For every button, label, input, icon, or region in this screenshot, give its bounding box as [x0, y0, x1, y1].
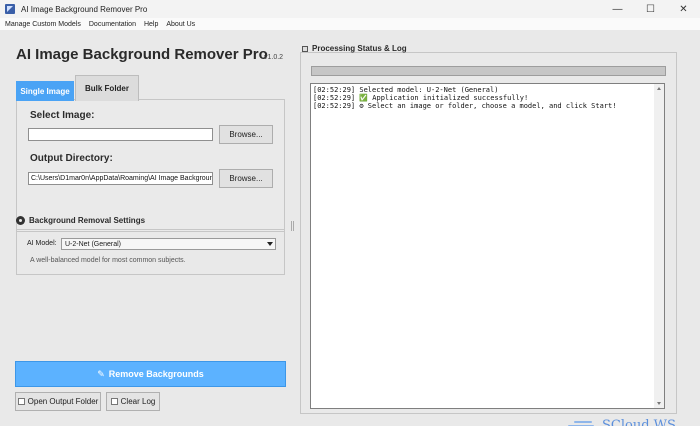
- log-line: [02:52:29] Selected model: U-2-Net (Gene…: [313, 86, 499, 94]
- watermark: SCloud.WS: [566, 418, 676, 426]
- model-select-value: U-2-Net (General): [65, 240, 122, 248]
- app-heading: AI Image Background Remover Pro: [16, 46, 268, 63]
- settings-heading: Background Removal Settings: [16, 216, 145, 225]
- scroll-down-icon[interactable]: [657, 402, 661, 405]
- menu-manage-custom-models[interactable]: Manage Custom Models: [5, 21, 81, 28]
- maximize-button[interactable]: ☐: [634, 0, 667, 18]
- main-area: AI Image Background Remover Pro v1.0.2 B…: [0, 30, 700, 426]
- output-path-input[interactable]: C:\Users\D1mar0n\AppData\Roaming\AI Imag…: [28, 172, 213, 185]
- open-output-folder-label: Open Output Folder: [27, 397, 99, 406]
- cloud-icon: [566, 419, 596, 426]
- log-line: [02:52:29] ⚙ Select an image or folder, …: [313, 102, 617, 110]
- tab-single-image[interactable]: Single Image: [16, 81, 74, 101]
- select-image-label: Select Image:: [30, 110, 95, 121]
- chevron-down-icon: [267, 242, 273, 246]
- log-textbox[interactable]: [02:52:29] Selected model: U-2-Net (Gene…: [310, 83, 665, 409]
- clear-log-button[interactable]: Clear Log: [106, 392, 160, 411]
- left-panel: AI Image Background Remover Pro v1.0.2 B…: [0, 30, 291, 426]
- menu-documentation[interactable]: Documentation: [89, 21, 136, 28]
- model-select[interactable]: U-2-Net (General): [61, 238, 276, 250]
- gear-icon: [16, 216, 25, 225]
- clear-log-label: Clear Log: [120, 397, 156, 406]
- brush-icon: ✎: [97, 368, 105, 379]
- model-description: A well-balanced model for most common su…: [30, 257, 186, 264]
- settings-panel: [16, 229, 285, 275]
- close-button[interactable]: ✕: [667, 0, 700, 18]
- menu-about-us[interactable]: About Us: [166, 21, 195, 28]
- title-bar: AI Image Background Remover Pro — ☐ ✕: [0, 0, 700, 18]
- model-label: AI Model:: [27, 240, 57, 247]
- open-output-folder-button[interactable]: Open Output Folder: [15, 392, 101, 411]
- pane-splitter-handle[interactable]: [291, 221, 294, 231]
- scroll-up-icon[interactable]: [657, 87, 661, 90]
- menu-bar: Manage Custom Models Documentation Help …: [0, 18, 700, 30]
- window-title: AI Image Background Remover Pro: [21, 4, 148, 14]
- output-directory-label: Output Directory:: [30, 153, 113, 164]
- menu-help[interactable]: Help: [144, 21, 158, 28]
- progress-bar: [311, 66, 666, 76]
- log-line: [02:52:29] ✅ Application initialized suc…: [313, 94, 529, 102]
- folder-icon: [17, 398, 25, 405]
- window-controls: — ☐ ✕: [601, 0, 700, 18]
- settings-title: Background Removal Settings: [29, 216, 146, 225]
- remove-backgrounds-label: Remove Backgrounds: [108, 369, 204, 379]
- log-scrollbar[interactable]: [654, 84, 664, 408]
- right-panel: Processing Status & Log [02:52:29] Selec…: [300, 30, 691, 414]
- log-icon: [302, 45, 308, 52]
- watermark-text: SCloud.WS: [602, 418, 676, 426]
- image-path-input[interactable]: [28, 128, 213, 141]
- browse-output-button[interactable]: Browse...: [219, 169, 273, 188]
- version-label: v1.0.2: [264, 54, 284, 61]
- app-icon: [5, 4, 15, 14]
- minimize-button[interactable]: —: [601, 0, 634, 18]
- log-title: Processing Status & Log: [312, 44, 407, 53]
- remove-backgrounds-button[interactable]: ✎ Remove Backgrounds: [15, 361, 286, 387]
- browse-image-button[interactable]: Browse...: [219, 125, 273, 144]
- clear-icon: [110, 398, 118, 405]
- tab-bulk-folder[interactable]: Bulk Folder: [75, 75, 139, 101]
- log-heading: Processing Status & Log: [302, 44, 407, 53]
